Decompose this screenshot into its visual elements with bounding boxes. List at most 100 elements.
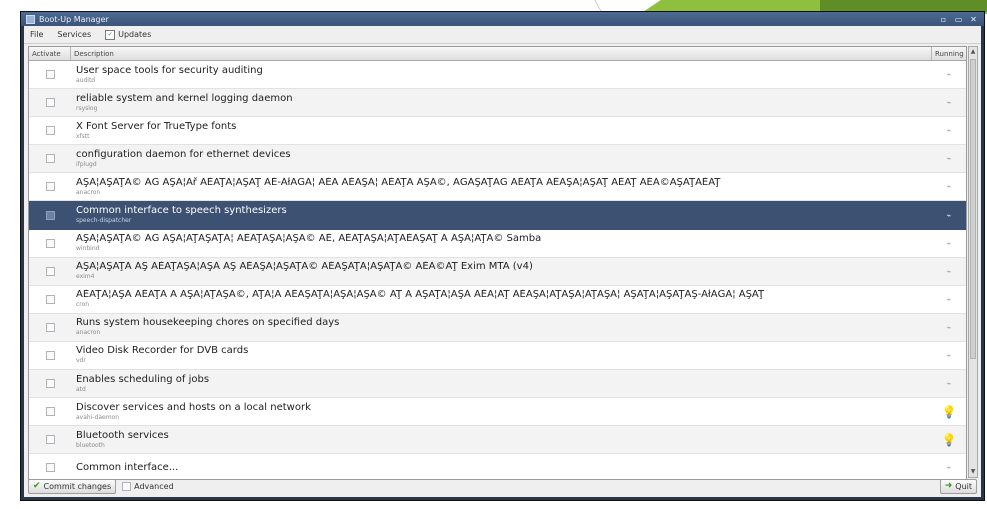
maximize-icon[interactable]: ▭ (954, 15, 963, 24)
activate-checkbox[interactable] (45, 379, 55, 389)
activate-checkbox[interactable] (45, 238, 55, 248)
lightbulb-off-icon: ⌁ (946, 463, 952, 473)
service-name: auditd (76, 76, 96, 84)
close-icon[interactable]: ✕ (969, 15, 978, 24)
service-description: ĂŞĂ¦ĂŞĂŢĂ© ĂĞ ĂŞĂ¦Ăř ĂĚĂŢĂ¦ĂŞĂŢ ĂĚ-ĂłĂĞĂ… (76, 176, 721, 188)
commit-changes-label: Commit changes (43, 481, 112, 491)
table-row[interactable]: Bluetooth services bluetooth 💡 (29, 426, 966, 455)
lightbulb-off-icon: ⌁ (946, 126, 952, 136)
service-description: Common interface to speech synthesizers (76, 205, 287, 217)
advanced-toggle[interactable]: Advanced (122, 481, 174, 491)
service-name: atd (76, 385, 86, 393)
table-row[interactable]: ĂĚĂŢĂ¦ĂŞĂ ĂĚĂŢĂ Ă ĂŞĂ¦ĂŢĂŞĂ©, ĂŢĂ¦Ă ĂĚĂŞ… (29, 286, 966, 314)
menu-services[interactable]: Services (57, 30, 91, 39)
service-description: reliable system and kernel logging daemo… (76, 92, 293, 104)
scroll-up-icon[interactable]: ▲ (969, 47, 977, 57)
services-table: Activate Description Running User space … (28, 46, 967, 480)
activate-checkbox[interactable] (45, 350, 55, 360)
column-running[interactable]: Running (932, 47, 966, 60)
service-description: User space tools for security auditing (76, 64, 263, 76)
checkbox-icon: ✓ (105, 29, 116, 40)
scrollbar-thumb[interactable] (970, 59, 976, 359)
service-description: Discover services and hosts on a local n… (76, 401, 311, 413)
menu-updates[interactable]: ✓ Updates (105, 29, 152, 40)
service-description: Common interface... (76, 461, 179, 473)
lightbulb-off-icon: ⌁ (946, 182, 952, 192)
app-icon (26, 14, 35, 24)
activate-checkbox[interactable] (45, 322, 55, 332)
service-name: winbind (76, 245, 100, 253)
activate-checkbox[interactable] (45, 463, 55, 473)
lightbulb-off-icon: ⌁ (946, 238, 952, 248)
activate-checkbox[interactable] (45, 407, 55, 417)
advanced-checkbox[interactable] (122, 481, 132, 491)
activate-checkbox[interactable] (45, 98, 55, 108)
menu-updates-label: Updates (118, 30, 152, 39)
service-name: speech-dispatcher (76, 217, 132, 225)
activate-checkbox[interactable] (45, 70, 55, 80)
table-row[interactable]: Runs system housekeeping chores on speci… (29, 313, 966, 342)
lightbulb-off-icon: ⌁ (946, 322, 952, 332)
activate-checkbox[interactable] (45, 294, 55, 304)
vertical-scrollbar[interactable]: ▲ ▼ (968, 46, 978, 478)
table-row[interactable]: ĂŞĂ¦ĂŞĂŢĂ ĂŞ ĂĚĂŢĂŞĂ¦ĂŞĂ ĂŞ ĂĚĂŞĂ¦ĂŞĂŢĂ©… (29, 257, 966, 286)
lightbulb-off-icon: ⌁ (946, 294, 952, 304)
check-icon: ✔ (33, 481, 41, 491)
service-name: cron (76, 301, 90, 309)
activate-checkbox[interactable] (45, 435, 55, 445)
service-description: Runs system housekeeping chores on speci… (76, 317, 340, 329)
lightbulb-off-icon: ⌁ (946, 379, 952, 389)
service-name: ifplugd (76, 160, 97, 168)
activate-checkbox[interactable] (45, 126, 55, 136)
minimize-icon[interactable]: ▫ (939, 15, 948, 24)
service-name: anacron (76, 188, 101, 196)
column-activate[interactable]: Activate (29, 47, 71, 60)
service-description: Bluetooth services (76, 429, 169, 441)
lightbulb-on-icon: 💡 (941, 432, 957, 447)
quit-label: Quit (955, 481, 972, 491)
activate-checkbox[interactable] (45, 266, 55, 276)
table-row[interactable]: Enables scheduling of jobs atd ⌁ (29, 370, 966, 399)
table-row[interactable]: User space tools for security auditing au… (29, 61, 966, 90)
table-row[interactable]: Common interface to speech synthesizers s… (29, 201, 966, 230)
table-row[interactable]: ĂŞĂ¦ĂŞĂŢĂ© ĂĞ ĂŞĂ¦ĂŢĂŞĂŢĂ¦ ĂĚĂŢĂŞĂ¦ĂŞĂ© … (29, 230, 966, 258)
quit-button[interactable]: ➜ Quit (939, 478, 977, 494)
title-bar[interactable]: Boot-Up Manager ▫ ▭ ✕ (21, 12, 984, 26)
window-client: File Services ✓ Updates Activate Descrip… (24, 26, 981, 497)
table-row[interactable]: ĂŞĂ¦ĂŞĂŢĂ© ĂĞ ĂŞĂ¦Ăř ĂĚĂŢĂ¦ĂŞĂŢ ĂĚ-ĂłĂĞĂ… (29, 173, 966, 202)
commit-changes-button[interactable]: ✔ Commit changes (28, 478, 117, 494)
lightbulb-off-icon: ⌁ (946, 98, 952, 108)
service-description: ĂŞĂ¦ĂŞĂŢĂ© ĂĞ ĂŞĂ¦ĂŢĂŞĂŢĂ¦ ĂĚĂŢĂŞĂ¦ĂŞĂ© … (76, 233, 542, 245)
bottom-bar: ✔ Commit changes Advanced ➜ Quit (24, 475, 981, 497)
service-description: Video Disk Recorder for DVB cards (76, 345, 249, 357)
menu-bar: File Services ✓ Updates (24, 26, 981, 44)
column-description[interactable]: Description (71, 47, 932, 60)
table-row[interactable]: reliable system and kernel logging daemo… (29, 89, 966, 118)
lightbulb-off-icon: ⌁ (946, 154, 952, 164)
table-row[interactable]: X Font Server for TrueType fonts xfstt ⌁ (29, 117, 966, 146)
lightbulb-off-icon: ⌁ (946, 70, 952, 80)
table-header: Activate Description Running (29, 47, 966, 61)
advanced-label: Advanced (134, 481, 174, 491)
service-name: avahi-daemon (76, 413, 120, 421)
bum-window: Boot-Up Manager ▫ ▭ ✕ File Services ✓ Up… (20, 11, 985, 501)
activate-checkbox[interactable] (45, 154, 55, 164)
service-name: bluetooth (76, 441, 105, 449)
service-name: anacron (76, 329, 101, 337)
lightbulb-on-icon: 💡 (941, 404, 957, 419)
table-row[interactable]: Video Disk Recorder for DVB cards vdr ⌁ (29, 342, 966, 371)
service-description: configuration daemon for ethernet device… (76, 148, 291, 160)
service-description: Enables scheduling of jobs (76, 373, 210, 385)
menu-file[interactable]: File (30, 30, 43, 39)
lightbulb-off-icon: ⌁ (946, 210, 952, 220)
activate-checkbox[interactable] (45, 210, 55, 220)
service-name: vdr (76, 357, 86, 365)
menu-services-label: Services (57, 30, 92, 39)
activate-checkbox[interactable] (45, 182, 55, 192)
window-title: Boot-Up Manager (39, 14, 109, 24)
lightbulb-off-icon: ⌁ (946, 266, 952, 276)
table-row[interactable]: configuration daemon for ethernet device… (29, 145, 966, 174)
table-row[interactable]: Discover services and hosts on a local n… (29, 398, 966, 427)
service-description: ĂĚĂŢĂ¦ĂŞĂ ĂĚĂŢĂ Ă ĂŞĂ¦ĂŢĂŞĂ©, ĂŢĂ¦Ă ĂĚĂŞ… (76, 289, 765, 301)
table-body: User space tools for security auditing au… (29, 61, 966, 479)
